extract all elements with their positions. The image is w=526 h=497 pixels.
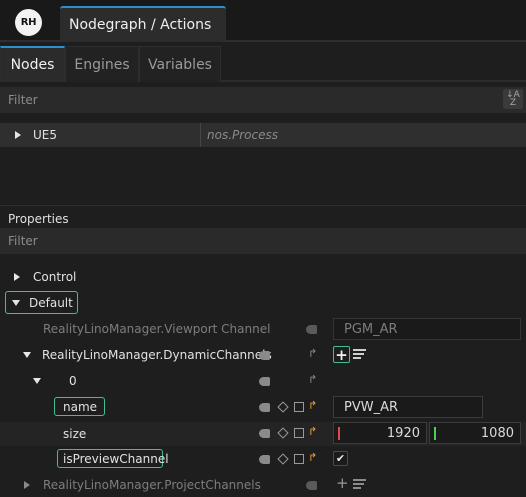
reset-square-icon[interactable]	[294, 402, 304, 412]
is-preview-checkbox[interactable]: ✔	[333, 451, 348, 466]
preview-field-label-box: isPreviewChannel	[57, 449, 169, 468]
expand-icon[interactable]	[15, 131, 21, 139]
collapse-icon[interactable]	[23, 352, 31, 358]
viewport-channel-field: PGM_AR	[333, 318, 521, 340]
pin-icon	[259, 377, 270, 386]
pin-icon	[306, 325, 317, 334]
node-name: UE5	[33, 128, 57, 142]
size-x-input[interactable]: 1920	[333, 422, 427, 444]
size-y-input[interactable]: 1080	[429, 422, 521, 444]
pin-icon	[259, 429, 270, 438]
y-axis-marker	[434, 427, 436, 440]
sort-az-icon[interactable]: ↓A Z	[503, 89, 523, 109]
node-row-ue5[interactable]: UE5 nos.Process	[0, 123, 526, 147]
row-project-channels[interactable]: RealityLinoManager.ProjectChannels	[0, 473, 526, 497]
collapse-icon[interactable]	[33, 378, 41, 384]
size-label: size	[63, 427, 87, 441]
tab-engines[interactable]: Engines	[65, 46, 139, 82]
tab-nodes[interactable]: Nodes	[0, 46, 65, 82]
link-arrow-icon[interactable]: ↱	[308, 451, 317, 464]
list-options-icon[interactable]	[353, 349, 366, 359]
nodes-filter-input[interactable]: Filter	[0, 87, 526, 113]
x-axis-marker	[338, 427, 340, 440]
properties-filter-input[interactable]: Filter	[0, 228, 526, 254]
reset-square-icon[interactable]	[294, 428, 304, 438]
keyframe-diamond-icon[interactable]	[277, 453, 289, 465]
project-channels-label: RealityLinoManager.ProjectChannels	[43, 478, 261, 492]
pin-icon	[259, 403, 270, 412]
expand-icon[interactable]	[24, 481, 30, 489]
size-x-value: 1920	[386, 425, 420, 441]
tab-nodegraph-actions[interactable]: Nodegraph / Actions	[60, 6, 226, 42]
column-divider	[200, 123, 201, 147]
list-options-icon[interactable]	[353, 479, 366, 489]
link-arrow-icon[interactable]: ↱	[308, 425, 317, 438]
link-arrow-icon[interactable]: ↱	[308, 373, 317, 386]
collapse-icon[interactable]	[12, 299, 20, 306]
size-y-value: 1080	[480, 425, 514, 441]
section-control-label: Control	[33, 270, 77, 284]
link-arrow-icon[interactable]: ↱	[308, 399, 317, 412]
name-input[interactable]: PVW_AR	[333, 396, 483, 418]
node-type: nos.Process	[207, 128, 279, 142]
section-default[interactable]: Default	[5, 291, 78, 314]
viewport-channel-label: RealityLinoManager.Viewport Channel	[43, 322, 271, 336]
section-control[interactable]: Control	[0, 265, 526, 289]
name-field-label-box: name	[54, 397, 105, 416]
app-logo: RH	[15, 9, 42, 36]
expand-icon[interactable]	[14, 273, 20, 281]
pin-icon	[306, 481, 317, 490]
item-index-label: 0	[69, 374, 77, 388]
reset-square-icon[interactable]	[294, 454, 304, 464]
name-label: name	[63, 399, 98, 414]
pin-icon	[259, 455, 270, 464]
add-item-button[interactable]: +	[333, 346, 350, 364]
preview-channel-label: isPreviewChannel	[63, 451, 169, 466]
add-item-button[interactable]: +	[336, 474, 349, 492]
tab-variables[interactable]: Variables	[139, 46, 221, 82]
section-default-label: Default	[29, 295, 73, 310]
dynamic-channels-label: RealityLinoManager.DynamicChannels	[42, 348, 272, 362]
link-arrow-icon[interactable]: ↱	[308, 347, 317, 360]
keyframe-diamond-icon[interactable]	[277, 401, 289, 413]
pin-icon	[259, 351, 270, 360]
